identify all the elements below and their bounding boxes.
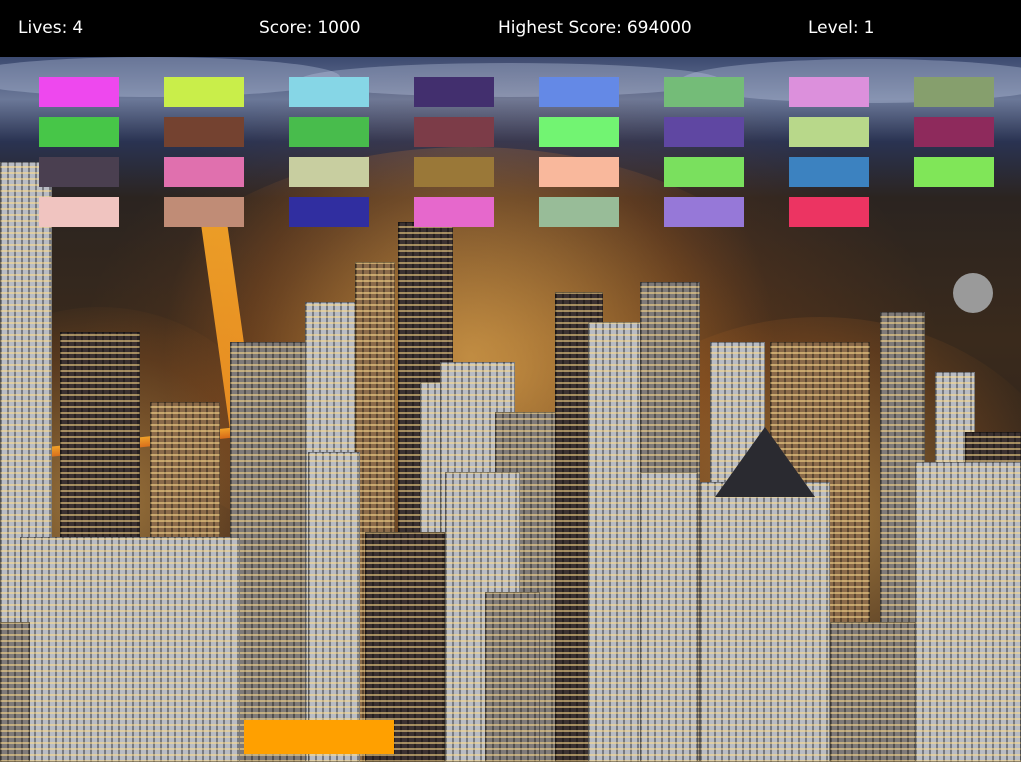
brick	[789, 197, 869, 227]
level-label: Level:	[808, 18, 859, 38]
brick	[539, 157, 619, 187]
brick	[414, 77, 494, 107]
brick	[39, 157, 119, 187]
brick	[914, 77, 994, 107]
brick	[789, 157, 869, 187]
brick	[539, 117, 619, 147]
brick	[164, 157, 244, 187]
high-score-value: 694000	[626, 18, 692, 38]
brick	[539, 197, 619, 227]
brick	[414, 197, 494, 227]
ball	[953, 273, 993, 313]
game-screen: Lives: 4 Score: 1000 Highest Score: 694000 …	[0, 0, 1021, 762]
brick	[289, 157, 369, 187]
lives-value: 4	[72, 18, 84, 38]
hud-bar: Lives: 4 Score: 1000 Highest Score: 694000 …	[0, 0, 1021, 57]
brick	[39, 117, 119, 147]
brick	[289, 197, 369, 227]
brick	[414, 117, 494, 147]
brick	[289, 117, 369, 147]
level-display: Level: 1	[808, 18, 874, 38]
brick	[914, 157, 994, 187]
brick	[539, 77, 619, 107]
brick	[789, 117, 869, 147]
brick	[664, 197, 744, 227]
brick	[789, 77, 869, 107]
brick	[39, 77, 119, 107]
high-score-label: Highest Score:	[498, 18, 622, 38]
level-value: 1	[863, 18, 875, 38]
score-value: 1000	[317, 18, 361, 38]
lives-label: Lives:	[18, 18, 68, 38]
brick	[164, 117, 244, 147]
score-label: Score:	[259, 18, 313, 38]
brick	[164, 77, 244, 107]
paddle[interactable]	[244, 720, 394, 754]
brick	[289, 77, 369, 107]
brick	[914, 117, 994, 147]
brick	[664, 77, 744, 107]
brick	[164, 197, 244, 227]
lives-display: Lives: 4	[18, 18, 83, 38]
brick	[664, 157, 744, 187]
brick	[39, 197, 119, 227]
brick	[414, 157, 494, 187]
brick	[664, 117, 744, 147]
score-display: Score: 1000	[259, 18, 361, 38]
high-score-display: Highest Score: 694000	[498, 18, 692, 38]
